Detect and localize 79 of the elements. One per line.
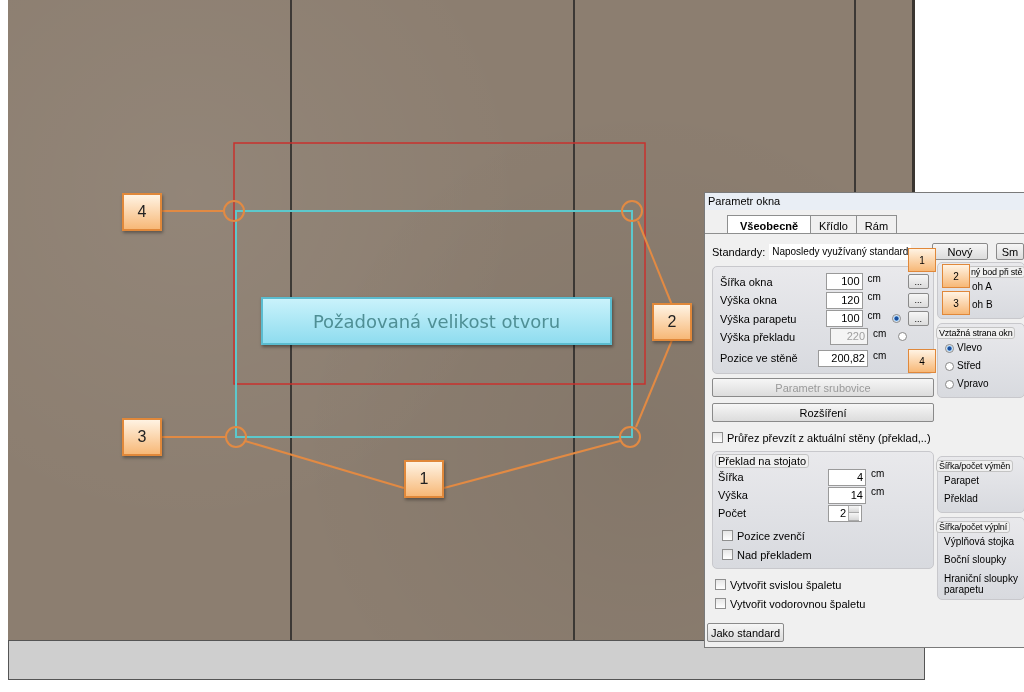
standard-button[interactable]: Nový (932, 243, 988, 260)
dialog-title: Parametr okna (705, 193, 1024, 210)
field-label: Výška okna (720, 294, 778, 307)
radio-button[interactable] (891, 314, 901, 323)
number-field[interactable]: 100 (825, 273, 863, 291)
callout-number: 4 (122, 193, 162, 231)
number-field[interactable]: 100 (825, 310, 863, 327)
group-title: Šířka/počet výměn (936, 460, 1014, 472)
field-label: Výška (718, 489, 749, 501)
unit-label: cm (866, 309, 882, 321)
option-label: Vlevo (957, 341, 982, 355)
callout-number: 2 (942, 264, 970, 288)
option-label: Parapet (943, 474, 981, 488)
callout-number: 4 (908, 349, 936, 373)
unit-label: cm (872, 328, 888, 340)
number-field[interactable]: 14 (828, 486, 866, 504)
field-label: Standardy: (712, 245, 766, 258)
spin-field[interactable]: 2 (828, 504, 862, 522)
checkbox-label: Vytvořit vodorovnou špaletu (730, 597, 866, 610)
callout-number: 2 (652, 303, 692, 341)
tab[interactable]: Rám (855, 215, 898, 233)
unit-label: cm (870, 468, 886, 479)
leader-line (161, 210, 225, 212)
group-title: Vztažná strana okn (936, 327, 1016, 339)
unit-label: cm (870, 486, 886, 497)
option-label: oh B (972, 298, 993, 312)
checkbox-label: Nad překladem (737, 548, 812, 561)
leader-line (161, 436, 227, 438)
checkbox-label: Vytvořit svislou špaletu (730, 578, 842, 591)
unit-label: cm (866, 291, 882, 303)
tab[interactable]: Křídlo (810, 215, 857, 233)
group-title: ný bod při stě (968, 266, 1024, 278)
save-as-standard-button[interactable]: Jako standard (707, 623, 785, 642)
callout-number: 1 (404, 460, 444, 498)
corner-marker (619, 426, 641, 448)
group-title: Překlad na stojato (715, 454, 810, 468)
option-label: Překlad (943, 492, 979, 506)
browse-button[interactable]: ... (907, 292, 929, 308)
option-label: oh A (972, 280, 993, 294)
callout-number: 3 (942, 291, 970, 315)
callout-number: 1 (908, 248, 936, 272)
checkbox[interactable] (715, 579, 726, 590)
option-label: Výplňová stojka (943, 535, 1016, 549)
callout-number: 3 (122, 418, 162, 456)
checkbox[interactable] (722, 530, 733, 541)
option-label: Hraniční sloupky parapetu (943, 572, 1019, 595)
checkbox-label: Pozice zvenčí (737, 529, 805, 542)
field-label: Počet (718, 507, 748, 519)
browse-button[interactable]: ... (907, 274, 929, 290)
field-label: Šířka (718, 471, 745, 483)
tab[interactable]: Všeobecně (727, 215, 812, 233)
radio-button[interactable] (945, 379, 954, 389)
radio-button[interactable] (945, 361, 954, 371)
option-label: Vpravo (957, 377, 989, 391)
number-field[interactable]: 120 (825, 291, 863, 309)
checkbox[interactable] (712, 432, 723, 443)
field-label: Výška parapetu (720, 312, 798, 325)
number-field[interactable]: 200,82 (818, 349, 868, 367)
standard-button[interactable]: Sm (996, 243, 1024, 260)
option-label: Střed (957, 359, 981, 373)
group-title: Šířka/počet výplní (936, 521, 1010, 533)
corner-marker (621, 200, 643, 222)
unit-label: cm (866, 273, 882, 284)
extension-button[interactable]: Rozšíření (712, 403, 934, 422)
unit-label: cm (872, 349, 888, 361)
standard-field[interactable]: Naposledy využívaný standard (769, 243, 912, 260)
field-label: Šířka okna (720, 275, 774, 288)
checkbox-label: Průřez převzít z aktuální stěny (překlad,..) (727, 431, 931, 444)
field-label: Pozice ve stěně (720, 352, 799, 365)
browse-button[interactable]: ... (907, 311, 929, 326)
field-label: Výška překladu (720, 330, 797, 343)
radio-button[interactable] (945, 343, 954, 353)
option-label: Boční sloupky (943, 553, 1008, 567)
number-field[interactable]: 4 (828, 468, 866, 486)
checkbox[interactable] (722, 549, 733, 560)
opening-size-label: Požadovaná velikost otvoru (261, 297, 612, 345)
corner-marker (223, 200, 245, 222)
corner-marker (225, 426, 247, 448)
checkbox[interactable] (715, 598, 726, 609)
